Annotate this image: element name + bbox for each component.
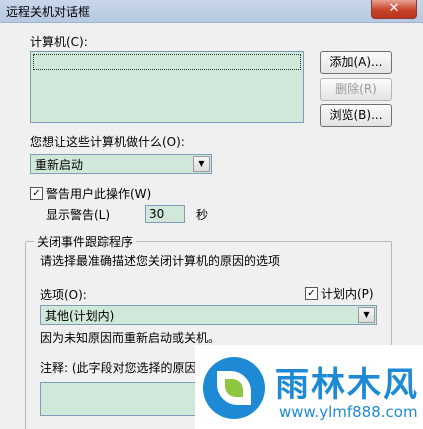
reason-selected-value: 其他(计划内) [45,309,115,323]
seconds-unit: 秒 [196,208,209,222]
browse-button[interactable]: 浏览(B)... [320,104,392,127]
planned-label: 计划内(P) [321,287,374,301]
tracker-instruction: 请选择最准确描述您关闭计算机的原因的选项 [40,254,281,268]
computer-list-focus-row[interactable] [33,54,301,70]
warn-user-label: 警告用户此操作(W) [46,187,152,201]
action-select[interactable]: 重新启动 ▼ [30,154,212,174]
action-selected-value: 重新启动 [35,158,84,172]
close-button[interactable]: ✕ [371,0,417,19]
warning-seconds-input[interactable]: 30 [145,205,185,223]
watermark-url: www.ylmf888.com [279,403,418,421]
computer-list[interactable] [30,51,304,123]
tracker-legend: 关闭事件跟踪程序 [34,233,137,250]
remove-button[interactable]: 删除(R) [320,78,392,101]
watermark-name: 雨林木风 [275,365,419,405]
warn-user-checkbox[interactable]: ✓ [30,187,43,200]
watermark-logo-icon [203,357,265,419]
display-warning-label: 显示警告(L) [46,208,111,222]
chevron-down-icon[interactable]: ▼ [193,156,210,172]
reason-select[interactable]: 其他(计划内) ▼ [40,305,377,325]
action-label: 您想让这些计算机做什么(O): [30,135,185,149]
watermark: 雨林木风 www.ylmf888.com [195,345,423,429]
add-button[interactable]: 添加(A)... [320,51,392,74]
reason-description: 因为未知原因而重新启动或关机。 [40,331,221,345]
computers-label: 计算机(C): [30,35,88,49]
option-label: 选项(O): [40,288,87,302]
chevron-down-icon[interactable]: ▼ [358,307,375,323]
window-title: 远程关机对话框 [6,5,91,19]
warning-seconds-value: 30 [149,207,165,221]
planned-checkbox[interactable]: ✓ [305,287,318,300]
leaf-accent-shape [225,379,243,397]
title-bar: 远程关机对话框 ✕ [0,0,423,23]
comment-label: 注释: (此字段对您选择的原因 [40,361,197,375]
remote-shutdown-dialog: 远程关机对话框 ✕ 计算机(C): 添加(A)... 删除(R) 浏览(B)..… [0,0,423,429]
